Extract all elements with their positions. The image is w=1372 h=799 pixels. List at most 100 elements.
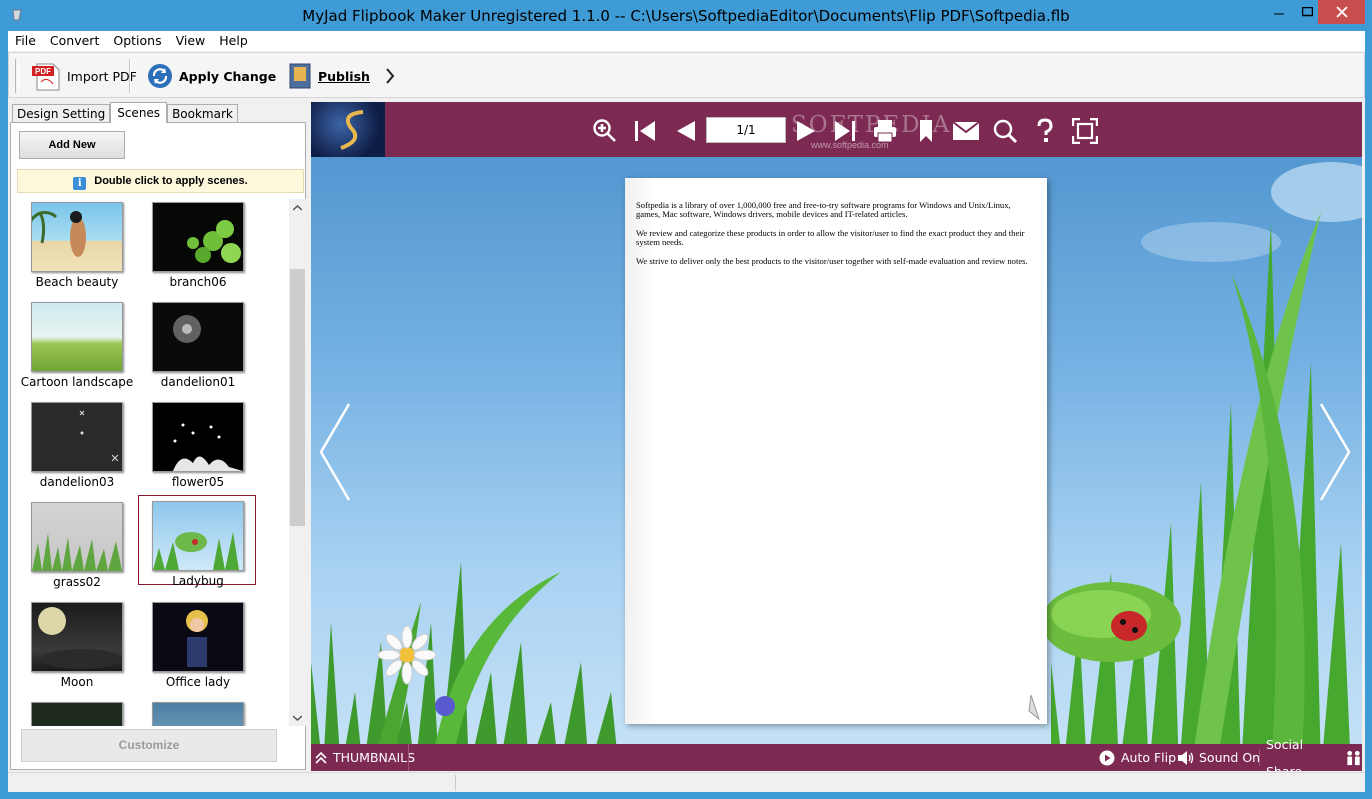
scene-item[interactable]: Moon: [17, 599, 137, 689]
scroll-up-button[interactable]: [289, 199, 306, 216]
hint-text: Double click to apply scenes.: [94, 175, 248, 187]
previous-page-button[interactable]: [671, 117, 699, 145]
scene-item[interactable]: Cartoon landscape: [17, 299, 137, 389]
menu-view[interactable]: View: [169, 31, 213, 51]
page-paragraph: Softpedia is a library of over 1,000,000…: [636, 200, 1011, 220]
scene-thumbnail: [152, 702, 244, 726]
email-button[interactable]: [952, 117, 980, 145]
scene-name: Cartoon landscape: [20, 375, 134, 389]
dandelion03-thumbnail: [31, 402, 123, 472]
branch-thumbnail: [152, 202, 244, 272]
chevron-up-icon: [293, 204, 302, 211]
zoom-in-button[interactable]: [591, 117, 619, 145]
window-title: MyJad Flipbook Maker Unregistered 1.1.0 …: [302, 7, 1070, 25]
scene-item[interactable]: [138, 699, 258, 726]
scene-item[interactable]: grass02: [17, 499, 137, 589]
flower05-thumbnail: [152, 402, 244, 472]
publish-button[interactable]: Publish: [288, 57, 370, 95]
scene-item-selected[interactable]: Ladybug: [138, 495, 256, 588]
hint-bar: i Double click to apply scenes.: [17, 169, 304, 193]
apply-change-button[interactable]: Apply Change: [147, 57, 276, 95]
menu-convert[interactable]: Convert: [43, 31, 106, 51]
flipbook-logo: [311, 102, 385, 157]
page-curl-icon[interactable]: [1025, 683, 1047, 724]
next-page-arrow[interactable]: [1317, 402, 1351, 502]
scene-name: dandelion03: [39, 475, 115, 489]
auto-flip-button[interactable]: Auto Flip: [1099, 744, 1176, 771]
scene-item[interactable]: Beach beauty: [17, 199, 137, 289]
sound-label: Sound On: [1199, 750, 1261, 765]
grass02-thumbnail: [31, 502, 123, 572]
fullscreen-button[interactable]: [1071, 117, 1099, 145]
scene-item[interactable]: Office lady: [138, 599, 258, 689]
scene-name: Ladybug: [172, 574, 224, 588]
svg-text:PDF: PDF: [35, 67, 51, 76]
apply-change-label: Apply Change: [179, 68, 277, 84]
menu-file[interactable]: File: [8, 31, 43, 51]
panel-tabs: Design Setting Scenes Bookmark: [12, 102, 238, 123]
triangle-right-icon: [797, 121, 815, 141]
refresh-icon: [148, 64, 172, 88]
thumbnails-button[interactable]: THUMBNAILS: [315, 744, 415, 771]
flipbook-toolbar: SOFTPEDIA www.softpedia.com 1/1: [311, 102, 1362, 157]
dandelion01-thumbnail: [152, 302, 244, 372]
beach-thumbnail: [31, 202, 123, 272]
scene-item[interactable]: dandelion03: [17, 399, 137, 489]
scene-item[interactable]: flower05: [138, 399, 258, 489]
title-bar: MyJad Flipbook Maker Unregistered 1.1.0 …: [0, 0, 1372, 31]
book-page[interactable]: Softpedia is a library of over 1,000,000…: [625, 178, 1047, 724]
bookmark-button[interactable]: [912, 117, 940, 145]
client-area: File Convert Options View Help PDF Impor…: [8, 31, 1365, 792]
scene-thumbnail: [31, 702, 123, 726]
tab-scenes[interactable]: Scenes: [110, 102, 168, 123]
minimize-icon: [1274, 13, 1284, 15]
daisy-icon: [377, 625, 437, 685]
chevron-down-icon: [293, 714, 302, 721]
first-page-button[interactable]: [631, 117, 659, 145]
question-icon: [1037, 118, 1053, 142]
help-button[interactable]: [1031, 117, 1059, 145]
flipbook-preview: SOFTPEDIA www.softpedia.com 1/1 Softpedi…: [311, 102, 1362, 771]
thumbnails-label: THUMBNAILS: [333, 750, 416, 765]
scene-name: Moon: [60, 675, 94, 689]
previous-page-arrow[interactable]: [319, 402, 353, 502]
social-share-button[interactable]: Social Share: [1266, 737, 1362, 771]
maximize-icon: [1301, 7, 1313, 17]
menu-help[interactable]: Help: [212, 31, 255, 51]
flipbook-bottom-bar: THUMBNAILS Auto Flip Sound On Social Sha…: [311, 737, 1362, 771]
status-bar: [8, 772, 1365, 792]
page-number-input[interactable]: 1/1: [706, 117, 786, 143]
menu-bar: File Convert Options View Help: [8, 31, 1365, 51]
print-button[interactable]: [871, 117, 899, 145]
toolbar-overflow-button[interactable]: [385, 57, 395, 95]
search-button[interactable]: [991, 117, 1019, 145]
first-page-icon: [635, 121, 655, 141]
last-page-icon: [835, 121, 855, 141]
sound-button[interactable]: Sound On: [1177, 744, 1260, 771]
scroll-down-button[interactable]: [289, 709, 306, 726]
menu-options[interactable]: Options: [106, 31, 168, 51]
printer-icon: [874, 120, 896, 143]
scenes-tab-body: Add New i Double click to apply scenes. B…: [10, 122, 306, 770]
scroll-thumb[interactable]: [290, 269, 305, 526]
scene-name: branch06: [169, 275, 227, 289]
scene-item[interactable]: branch06: [138, 199, 258, 289]
play-icon: [1099, 750, 1115, 765]
page-paragraph: We strive to deliver only the best produ…: [636, 256, 1028, 266]
scene-name: Beach beauty: [35, 275, 119, 289]
toolbar-grip: [15, 59, 19, 93]
import-pdf-button[interactable]: PDF Import PDF: [31, 57, 137, 95]
tab-bookmark[interactable]: Bookmark: [167, 104, 238, 123]
add-new-button[interactable]: Add New: [19, 131, 125, 159]
office-lady-thumbnail: [152, 602, 244, 672]
scene-item[interactable]: [17, 699, 137, 726]
next-page-button[interactable]: [793, 117, 821, 145]
last-page-button[interactable]: [831, 117, 859, 145]
tab-design-setting[interactable]: Design Setting: [12, 104, 111, 123]
close-button[interactable]: [1318, 0, 1365, 24]
import-pdf-label: Import PDF: [67, 68, 137, 84]
customize-button[interactable]: Customize: [21, 729, 277, 762]
auto-flip-label: Auto Flip: [1121, 750, 1177, 765]
scenes-scrollbar[interactable]: [289, 199, 306, 726]
scene-item[interactable]: dandelion01: [138, 299, 258, 389]
